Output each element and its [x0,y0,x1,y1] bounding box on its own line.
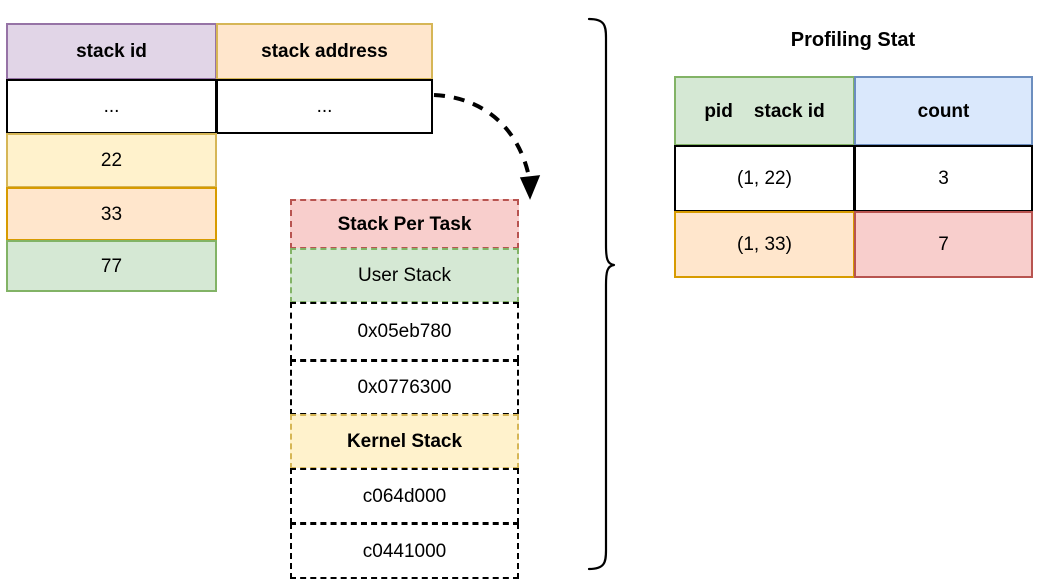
profiling-stat-title: Profiling Stat [790,29,916,51]
stack-id-table-cell-id-22: 22 [6,133,217,188]
stack-id-table-cell-id-33: 33 [6,187,217,241]
stack-per-task-kernel-address-2: c0441000 [290,523,519,579]
right-curly-brace-icon [587,17,616,571]
stack-per-task-kernel-stack-label: Kernel Stack [290,414,519,469]
stack-id-table-cell-id-ellipsis: ... [6,79,217,134]
profiling-stat-cell-count-7: 7 [854,211,1033,278]
dashed-curved-arrow-icon [433,93,541,200]
profiling-stat-cell-key-1-22: (1, 22) [674,145,855,212]
stack-per-task-user-address-1: 0x05eb780 [290,302,519,361]
stack-per-task-user-address-2: 0x0776300 [290,360,519,415]
stack-id-table-cell-id-77: 77 [6,240,217,292]
stack-id-table-header-stack-address: stack address [216,23,433,80]
stack-per-task-user-stack-label: User Stack [290,248,519,303]
profiling-stat-header-pid-stackid: pid stack id [674,76,855,146]
stack-id-table-cell-address-ellipsis: ... [216,79,433,134]
profiling-stat-cell-count-3: 3 [854,145,1033,212]
stack-per-task-title: Stack Per Task [290,199,519,249]
stack-per-task-kernel-address-1: c064d000 [290,468,519,524]
diagram-canvas: stack id stack address ... ... 22 33 77 … [0,0,1040,584]
stack-id-table-header-stack-id: stack id [6,23,217,80]
profiling-stat-cell-key-1-33: (1, 33) [674,211,855,278]
profiling-stat-header-count: count [854,76,1033,146]
